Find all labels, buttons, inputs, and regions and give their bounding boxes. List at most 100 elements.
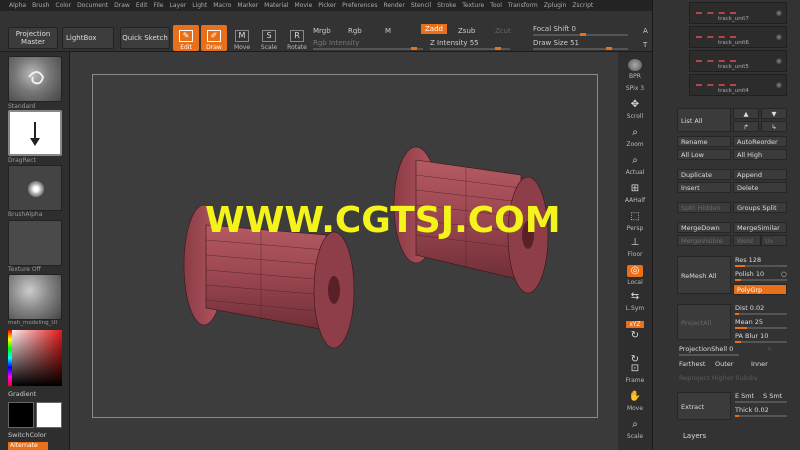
aahalf-button[interactable]: ⊞ AAHalf — [621, 178, 649, 204]
color-picker[interactable] — [8, 330, 62, 386]
menu-item-edit[interactable]: Edit — [133, 2, 151, 9]
standard-brush-thumb[interactable] — [8, 56, 62, 102]
menu-item-alpha[interactable]: Alpha — [6, 2, 29, 9]
mean-slider[interactable]: Mean 25 — [735, 318, 763, 326]
zsub-toggle[interactable]: Zsub — [458, 27, 475, 35]
rgb-intensity-slider[interactable]: Rgb Intensity — [313, 39, 359, 47]
move-view-button[interactable]: ✋ Move — [621, 386, 649, 412]
projectionshell-slider[interactable]: ProjectionShell 0 — [679, 345, 733, 353]
spool-models[interactable] — [176, 140, 556, 360]
dragrect-stroke-thumb[interactable] — [8, 110, 62, 156]
eye-icon[interactable]: ◉ — [776, 33, 782, 41]
move-button[interactable]: M Move — [229, 25, 255, 51]
polish-slider[interactable]: Polish 10 — [735, 270, 764, 278]
rename-button[interactable]: Rename — [677, 136, 731, 147]
secondary-color-swatch[interactable] — [36, 402, 62, 428]
split-hidden-button[interactable]: Split Hidden — [677, 202, 731, 213]
menu-item-document[interactable]: Document — [74, 2, 111, 9]
spix-slider[interactable]: SPix 3 — [621, 82, 649, 92]
menu-item-file[interactable]: File — [150, 2, 166, 9]
subtool-item[interactable]: track_unit7 ◉ — [689, 2, 787, 24]
switchcolor-button[interactable]: SwitchColor — [8, 431, 62, 439]
groups-split-button[interactable]: Groups Split — [733, 202, 787, 213]
bpr-button[interactable]: BPR — [621, 56, 649, 80]
uv-button[interactable]: Uv — [761, 235, 787, 246]
material-thumb[interactable] — [8, 274, 62, 320]
menu-item-picker[interactable]: Picker — [315, 2, 339, 9]
menu-item-tool[interactable]: Tool — [487, 2, 505, 9]
m-toggle[interactable]: M — [385, 27, 391, 35]
draw-size-slider[interactable]: Draw Size 51 — [533, 39, 579, 47]
autoreorder-button[interactable]: AutoReorder — [733, 136, 787, 147]
gradient-label[interactable]: Gradient — [8, 390, 62, 398]
menu-item-transform[interactable]: Transform — [505, 2, 541, 9]
subtool-item[interactable]: track_unit6 ◉ — [689, 26, 787, 48]
delete-button[interactable]: Delete — [733, 182, 787, 193]
menu-item-texture[interactable]: Texture — [459, 2, 487, 9]
frame-button[interactable]: ⊡ Frame — [621, 358, 649, 384]
arrow-down-button[interactable]: ▼ — [761, 108, 787, 119]
xyz-button[interactable]: xYZ — [621, 316, 649, 328]
menu-item-brush[interactable]: Brush — [29, 2, 52, 9]
menu-item-stencil[interactable]: Stencil — [408, 2, 434, 9]
menu-item-color[interactable]: Color — [52, 2, 74, 9]
list-all-button[interactable]: List All — [677, 108, 731, 132]
menu-item-layer[interactable]: Layer — [167, 2, 190, 9]
farthest-button[interactable]: Farthest — [679, 360, 705, 368]
draw-size-knob[interactable] — [606, 47, 612, 50]
pa-blur-slider[interactable]: PA Blur 10 — [735, 332, 768, 340]
main-color-swatch[interactable] — [8, 402, 34, 428]
menu-item-macro[interactable]: Macro — [210, 2, 234, 9]
all-high-button[interactable]: All High — [733, 149, 787, 160]
alternate-button[interactable]: Alternate — [8, 442, 48, 450]
extract-button[interactable]: Extract — [677, 392, 731, 420]
scale-view-button[interactable]: ⌕ Scale — [621, 414, 649, 440]
menu-item-marker[interactable]: Marker — [234, 2, 261, 9]
inner-button[interactable]: Inner — [751, 360, 768, 368]
menu-item-material[interactable]: Material — [261, 2, 291, 9]
lightbox-button[interactable]: LightBox — [62, 27, 114, 49]
rotate-mode-button[interactable]: ↻ — [621, 330, 649, 344]
reproject-button[interactable]: Reproject Higher Subdiv — [679, 374, 758, 382]
layers-header[interactable]: Layers — [683, 432, 706, 440]
dist-slider[interactable]: Dist 0.02 — [735, 304, 764, 312]
arrow-up-right-button[interactable]: ↱ — [733, 121, 759, 132]
s-smt-slider[interactable]: S Smt — [763, 392, 782, 400]
options-icon[interactable]: ⁘ — [767, 345, 772, 353]
menu-item-movie[interactable]: Movie — [292, 2, 316, 9]
res-slider[interactable]: Res 128 — [735, 256, 761, 264]
mergevisible-button[interactable]: MergeVisible — [677, 235, 731, 246]
menu-item-zplugin[interactable]: Zplugin — [541, 2, 570, 9]
rgb-intensity-knob[interactable] — [411, 47, 417, 50]
z-intensity-knob[interactable] — [495, 47, 501, 50]
duplicate-button[interactable]: Duplicate — [677, 169, 731, 180]
hue-strip[interactable] — [8, 330, 12, 386]
projection-master-button[interactable]: Projection Master — [8, 27, 58, 49]
eye-icon[interactable]: ◉ — [776, 9, 782, 17]
rotate-button[interactable]: R Rotate — [284, 25, 310, 51]
eye-icon[interactable]: ◉ — [776, 81, 782, 89]
subtool-item[interactable]: track_unit5 ◉ — [689, 50, 787, 72]
brush-alpha-thumb[interactable] — [8, 165, 62, 211]
menu-item-draw[interactable]: Draw — [111, 2, 133, 9]
quick-sketch-button[interactable]: Quick Sketch — [120, 27, 170, 49]
append-button[interactable]: Append — [733, 169, 787, 180]
menu-item-light[interactable]: Light — [189, 2, 210, 9]
z-intensity-slider[interactable]: Z Intensity 55 — [430, 39, 479, 47]
remesh-all-button[interactable]: ReMesh All — [677, 256, 731, 294]
projectall-button[interactable]: ProjectAll — [677, 304, 731, 340]
edit-button[interactable]: ✎ Edit — [173, 25, 199, 51]
menu-item-zscript[interactable]: Zscript — [569, 2, 596, 9]
scroll-button[interactable]: ✥ Scroll — [621, 94, 649, 120]
weld-button[interactable]: Weld — [733, 235, 761, 246]
texture-thumb[interactable] — [8, 220, 62, 266]
mergedown-button[interactable]: MergeDown — [677, 222, 731, 233]
arrow-up-button[interactable]: ▲ — [733, 108, 759, 119]
all-low-button[interactable]: All Low — [677, 149, 731, 160]
local-button[interactable]: ◎ Local — [621, 260, 649, 286]
eye-icon[interactable]: ◉ — [776, 57, 782, 65]
thick-slider[interactable]: Thick 0.02 — [735, 406, 769, 414]
toggle-circle-icon[interactable]: ○ — [781, 270, 787, 278]
draw-button[interactable]: ✐ Draw — [201, 25, 227, 51]
polygrp-button[interactable]: PolyGrp — [733, 284, 787, 295]
